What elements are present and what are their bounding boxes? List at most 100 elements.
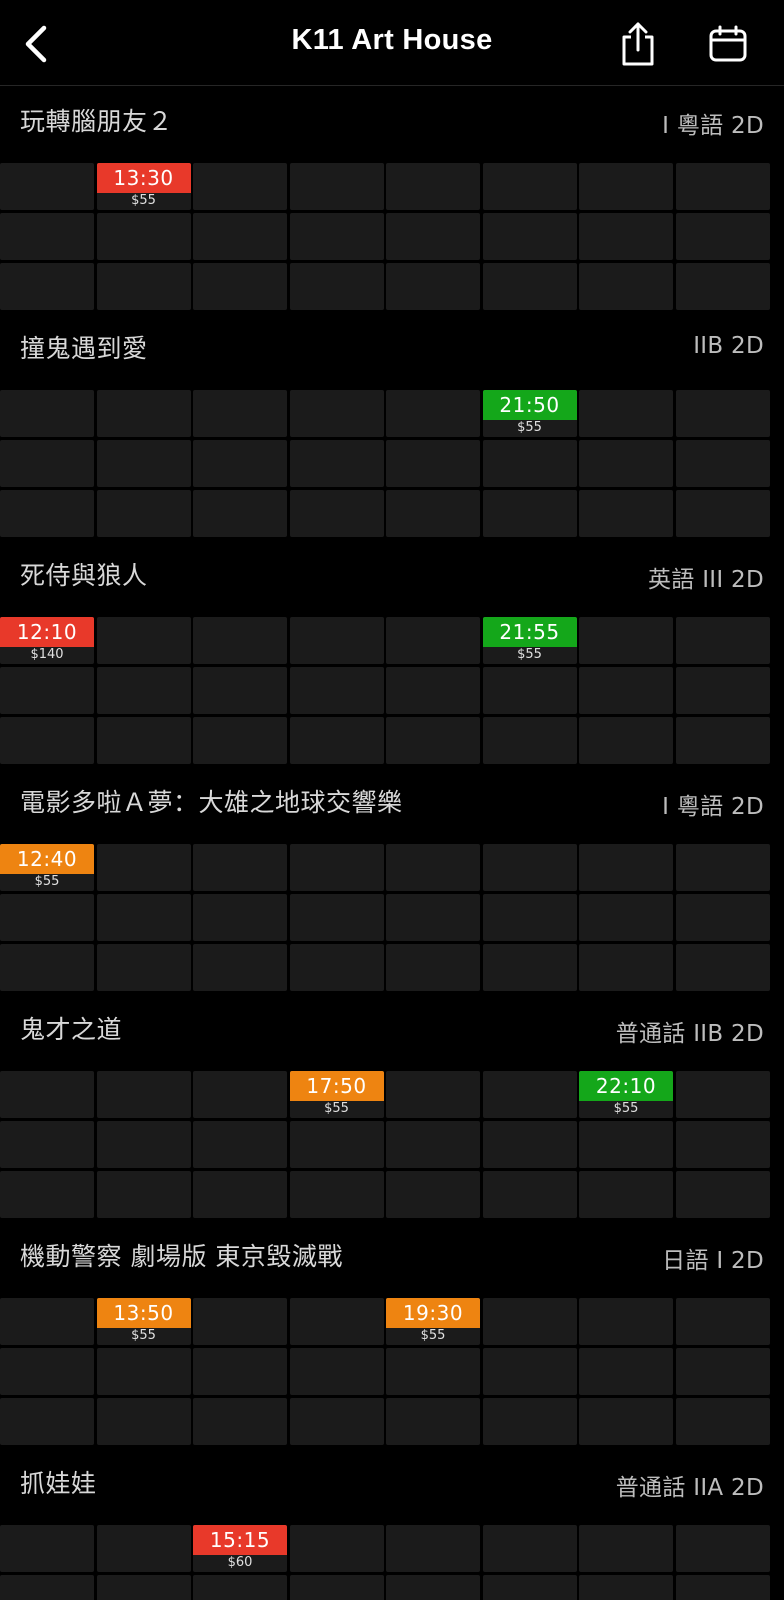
empty-slot (96, 617, 191, 664)
showtime-time: 21:50 (482, 390, 577, 420)
showtime-price: $55 (420, 1328, 446, 1343)
showtime-slot[interactable]: 12:40 $55 (0, 844, 94, 891)
empty-slot (386, 213, 480, 260)
empty-slot (579, 844, 673, 891)
showtime-time: 12:10 (0, 617, 94, 647)
empty-slot (482, 213, 577, 260)
calendar-icon (708, 25, 748, 63)
movie-info: 普通話 IIA 2D (615, 1475, 764, 1501)
showtime-slot[interactable]: 22:10 $55 (579, 1071, 673, 1118)
empty-slot (579, 1398, 673, 1445)
empty-slot (386, 390, 480, 437)
showtime-price: $55 (131, 193, 156, 208)
empty-slot (579, 1575, 673, 1600)
empty-slot (193, 667, 287, 714)
empty-slot (96, 1171, 191, 1218)
showtime-list: 玩轉腦朋友２ I 粵語 2D 13:30 $55 撞鬼遇到愛 IIB 2D 21:50 $55… (0, 86, 784, 1600)
movie-title[interactable]: 死侍與狼人 (20, 556, 148, 592)
showtime-slot[interactable]: 21:50 $55 (482, 390, 577, 437)
empty-slot (386, 844, 480, 891)
showtime-slot[interactable]: 15:15 $60 (193, 1525, 287, 1572)
empty-slot (0, 440, 94, 487)
empty-slot (386, 1171, 480, 1218)
empty-slot (0, 1298, 94, 1345)
empty-slot (0, 1525, 94, 1572)
showtime-slot[interactable]: 12:10 $140 (0, 617, 94, 664)
movie-info: 普通話 IIB 2D (615, 1021, 764, 1047)
empty-slot (675, 1121, 770, 1168)
movie-title[interactable]: 機動警察 劇場版 東京毀滅戰 (20, 1237, 343, 1273)
empty-slot (675, 213, 770, 260)
empty-slot (193, 894, 287, 941)
empty-slot (96, 717, 191, 764)
empty-slot (289, 617, 384, 664)
showtime-price: $55 (34, 874, 60, 889)
empty-slot (579, 1298, 673, 1345)
empty-slot (675, 844, 770, 891)
showtime-time: 13:50 (96, 1298, 191, 1328)
empty-slot (193, 1171, 287, 1218)
calendar-button[interactable] (702, 18, 754, 70)
empty-slot (193, 944, 287, 991)
empty-slot (0, 1071, 94, 1118)
empty-slot (0, 1348, 94, 1395)
empty-slot (96, 440, 191, 487)
page-title: K11 Art House (291, 24, 493, 56)
empty-slot (579, 1348, 673, 1395)
empty-slot (0, 263, 94, 310)
showtime-slot[interactable]: 19:30 $55 (386, 1298, 480, 1345)
showtime-time: 19:30 (386, 1298, 480, 1328)
empty-slot (0, 390, 94, 437)
showtime-slot[interactable]: 13:30 $55 (96, 163, 191, 210)
showtime-slot[interactable]: 17:50 $55 (289, 1071, 384, 1118)
empty-slot (579, 617, 673, 664)
showtime-price: $55 (517, 420, 542, 435)
empty-slot (0, 163, 94, 210)
empty-slot (386, 163, 480, 210)
empty-slot (482, 263, 577, 310)
empty-slot (193, 1298, 287, 1345)
empty-slot (579, 163, 673, 210)
empty-slot (289, 1525, 384, 1572)
empty-slot (0, 1171, 94, 1218)
share-button[interactable] (612, 18, 664, 70)
empty-slot (675, 1071, 770, 1118)
empty-slot (289, 1121, 384, 1168)
empty-slot (482, 844, 577, 891)
empty-slot (193, 844, 287, 891)
empty-slot (96, 490, 191, 537)
movie-title[interactable]: 撞鬼遇到愛 (20, 329, 148, 365)
empty-slot (579, 1171, 673, 1218)
empty-slot (289, 1348, 384, 1395)
empty-slot (482, 667, 577, 714)
empty-slot (579, 213, 673, 260)
empty-slot (96, 263, 191, 310)
movie-info: I 粵語 2D (662, 794, 764, 820)
empty-slot (482, 894, 577, 941)
empty-slot (675, 667, 770, 714)
empty-slot (193, 1398, 287, 1445)
showtime-slot[interactable]: 13:50 $55 (96, 1298, 191, 1345)
movie-title[interactable]: 玩轉腦朋友２ (20, 102, 173, 138)
movie-info: 英語 III 2D (647, 567, 764, 593)
empty-slot (96, 1071, 191, 1118)
empty-slot (289, 1398, 384, 1445)
empty-slot (482, 1171, 577, 1218)
empty-slot (386, 490, 480, 537)
movie-title[interactable]: 鬼才之道 (20, 1010, 122, 1046)
empty-slot (0, 490, 94, 537)
empty-slot (193, 717, 287, 764)
empty-slot (289, 717, 384, 764)
movie-info: 日語 I 2D (662, 1248, 764, 1274)
empty-slot (289, 944, 384, 991)
movie-title[interactable]: 電影多啦Ａ夢：大雄之地球交響樂 (20, 783, 403, 819)
empty-slot (675, 1525, 770, 1572)
empty-slot (675, 1575, 770, 1600)
showtime-price: $55 (613, 1101, 639, 1116)
empty-slot (386, 894, 480, 941)
showtime-slot[interactable]: 21:55 $55 (482, 617, 577, 664)
movie-title[interactable]: 抓娃娃 (20, 1464, 97, 1500)
empty-slot (289, 1298, 384, 1345)
empty-slot (193, 1121, 287, 1168)
empty-slot (675, 1171, 770, 1218)
